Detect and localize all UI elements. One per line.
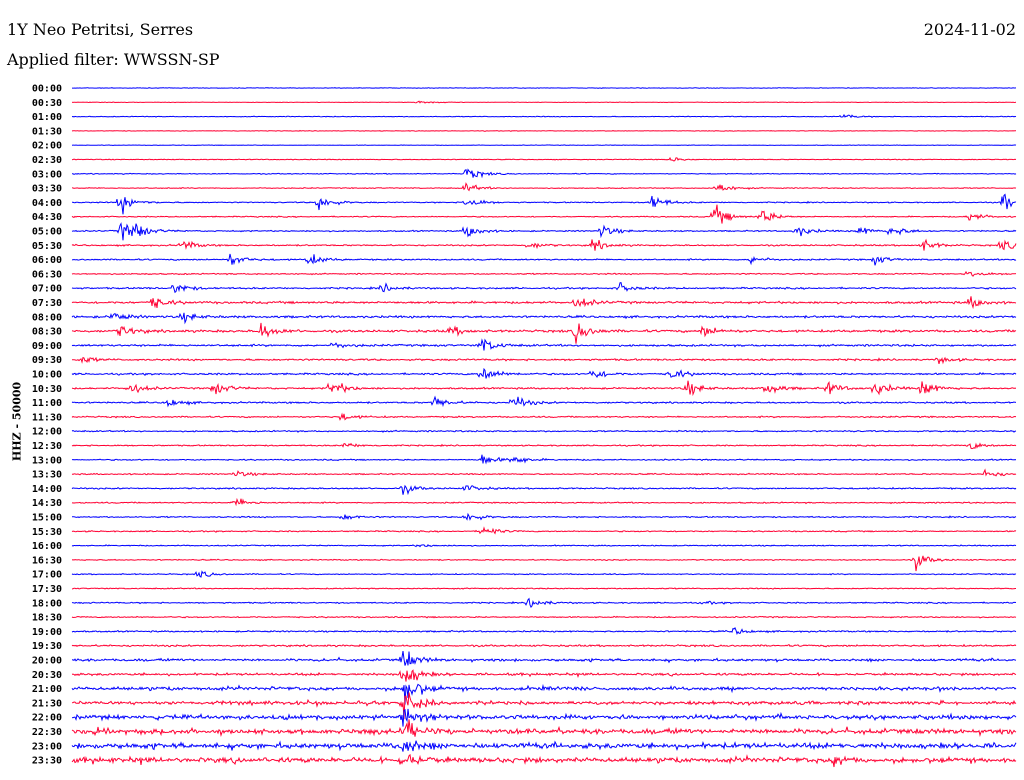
- trace-line: [71, 692, 1017, 720]
- trace-line: [71, 356, 1017, 365]
- trace-line: [71, 708, 1017, 727]
- trace-line: [71, 193, 1017, 215]
- time-tick-label: 17:30: [32, 584, 62, 595]
- trace-line: [71, 555, 1017, 572]
- trace-line: [71, 238, 1017, 251]
- time-tick-label: 17:00: [32, 570, 62, 581]
- trace-line: [71, 643, 1017, 648]
- trace-line: [71, 719, 1017, 738]
- time-tick-label: 04:00: [32, 198, 62, 209]
- trace-line: [71, 322, 1017, 344]
- time-tick-label: 21:30: [32, 698, 62, 709]
- trace-line: [71, 429, 1017, 433]
- time-tick-label: 02:30: [32, 155, 62, 166]
- trace-line: [72, 512, 1017, 521]
- trace-line: [71, 270, 1017, 277]
- trace-line: [71, 412, 1017, 421]
- time-tick-label: 14:00: [32, 484, 62, 495]
- trace-line: [71, 367, 1017, 379]
- time-tick-label: 20:00: [32, 656, 62, 667]
- time-tick-label: 07:00: [32, 284, 62, 295]
- trace-line: [71, 468, 1017, 477]
- time-tick-label: 10:30: [32, 384, 62, 395]
- time-tick-label: 13:30: [32, 470, 62, 481]
- trace-line: [71, 395, 1017, 408]
- time-tick-label: 09:30: [32, 355, 62, 366]
- time-tick-label: 05:30: [32, 241, 62, 252]
- time-tick-label: 13:00: [32, 455, 62, 466]
- time-tick-label: 19:00: [32, 627, 62, 638]
- trace-line: [71, 129, 1016, 132]
- trace-line: [71, 338, 1017, 351]
- trace-line: [71, 144, 1017, 147]
- trace-line: [71, 100, 1017, 104]
- time-tick-label: 08:30: [32, 327, 62, 338]
- time-tick-label: 04:30: [32, 212, 62, 223]
- time-tick-label: 01:00: [32, 112, 62, 123]
- trace-line: [71, 204, 1017, 224]
- trace-line: [71, 740, 1017, 752]
- trace-line: [71, 626, 1017, 636]
- trace-line: [71, 570, 1017, 578]
- time-tick-label: 12:30: [32, 441, 62, 452]
- time-tick-label: 15:30: [32, 527, 62, 538]
- trace-line: [71, 253, 1017, 266]
- trace-line: [71, 651, 1017, 666]
- time-tick-label: 00:30: [32, 98, 62, 109]
- time-tick-label: 14:30: [32, 498, 62, 509]
- trace-line: [71, 296, 1017, 310]
- trace-line: [71, 312, 1017, 325]
- trace-line: [71, 442, 1017, 450]
- time-tick-label: 18:00: [32, 598, 62, 609]
- helicorder-plot: 00:00 00:30 01:00 01:30 02:00 02:30 03:00 03:30…: [32, 84, 1017, 768]
- trace-line: [71, 543, 1017, 548]
- time-tick-label: 01:30: [32, 126, 62, 137]
- trace-line: [71, 669, 1017, 682]
- time-tick-label: 18:30: [32, 613, 62, 624]
- time-tick-label: 22:30: [32, 727, 62, 738]
- time-tick-label: 08:00: [32, 312, 62, 323]
- time-tick-label: 23:30: [32, 756, 62, 767]
- time-tick-label: 09:00: [32, 341, 62, 352]
- time-tick-label: 05:00: [32, 227, 62, 238]
- trace-line: [71, 156, 1017, 162]
- time-tick-label: 12:00: [32, 427, 62, 438]
- trace-line: [72, 87, 1017, 89]
- time-tick-label: 19:30: [32, 641, 62, 652]
- time-tick-label: 11:00: [32, 398, 62, 409]
- trace-line: [71, 282, 1017, 294]
- trace-line: [71, 526, 1017, 535]
- trace-line: [71, 497, 1017, 507]
- time-tick-label: 06:00: [32, 255, 62, 266]
- trace-line: [71, 597, 1017, 609]
- trace-line: [71, 168, 1017, 179]
- trace-line: [71, 222, 1017, 241]
- time-tick-label: 06:30: [32, 269, 62, 280]
- time-tick-label: 03:00: [32, 169, 62, 180]
- time-tick-label: 03:30: [32, 184, 62, 195]
- trace-line: [71, 454, 1017, 465]
- time-tick-label: 16:30: [32, 555, 62, 566]
- time-tick-label: 15:00: [32, 513, 62, 524]
- time-tick-label: 20:30: [32, 670, 62, 681]
- time-tick-label: 07:30: [32, 298, 62, 309]
- trace-line: [71, 113, 1017, 119]
- trace-line: [71, 753, 1017, 768]
- time-tick-label: 22:00: [32, 713, 62, 724]
- time-tick-label: 10:00: [32, 370, 62, 381]
- time-tick-label: 23:00: [32, 741, 62, 752]
- time-tick-label: 00:00: [32, 84, 62, 95]
- trace-line: [71, 484, 1017, 496]
- time-tick-label: 21:00: [32, 684, 62, 695]
- time-tick-label: 11:30: [32, 412, 62, 423]
- trace-line: [71, 587, 1016, 590]
- trace-line: [71, 380, 1017, 397]
- time-tick-label: 02:00: [32, 141, 62, 152]
- time-tick-label: 16:00: [32, 541, 62, 552]
- trace-line: [71, 615, 1017, 619]
- trace-line: [72, 182, 1017, 192]
